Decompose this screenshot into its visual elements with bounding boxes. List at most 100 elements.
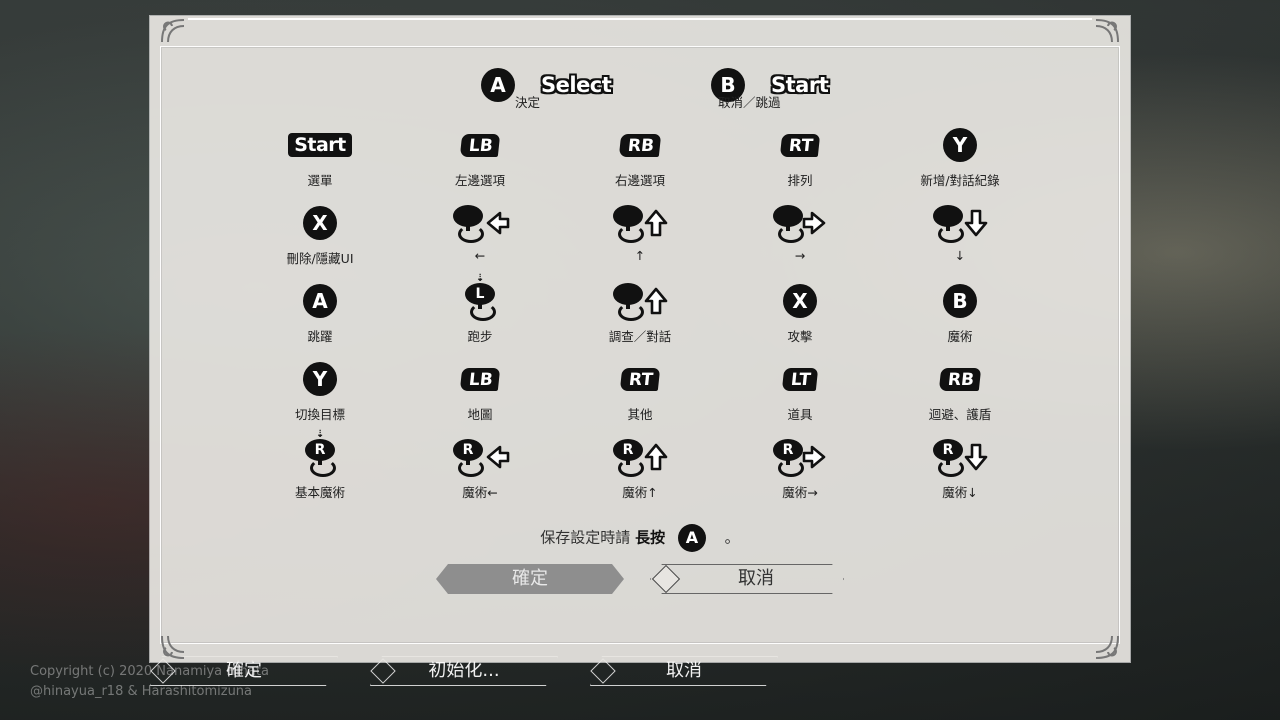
button-glyph xyxy=(560,280,720,322)
stick-letter xyxy=(453,205,483,227)
action-label: ← xyxy=(474,248,486,263)
analog-stick-icon: R xyxy=(770,437,806,477)
action-label: 其他 xyxy=(627,407,653,422)
stick-letter xyxy=(613,205,643,227)
mapping-cell: R 魔術↓ xyxy=(880,436,1040,500)
mapping-cell: LB 地圖 xyxy=(400,358,560,422)
y-button-icon: Y xyxy=(303,362,337,396)
action-label: 迴避、護盾 xyxy=(928,407,992,422)
mapping-cell: Y 新增/對話紀錄 xyxy=(880,124,1040,188)
a-button-icon: A xyxy=(481,68,515,102)
mapping-cell: RT 其他 xyxy=(560,358,720,422)
rb-button-icon: RB xyxy=(618,133,662,157)
arrow-down-icon xyxy=(962,443,990,471)
controller-layout-dialog: A Select 決定 B Start 取消／跳過 Start 選單 LB 左邊選項 R… xyxy=(150,16,1130,662)
bottom-reset-label: 初始化... xyxy=(428,660,500,681)
b-start-label: 取消／跳過 xyxy=(718,95,781,110)
arrow-down-icon xyxy=(962,209,990,237)
mapping-cell: X 攻擊 xyxy=(720,280,880,344)
action-label: ↑ xyxy=(634,248,646,263)
analog-stick-icon xyxy=(930,203,966,243)
action-label: 切換目標 xyxy=(294,407,345,422)
b-button-icon: B xyxy=(943,284,977,318)
button-glyph: LB xyxy=(400,358,560,400)
bottom-cancel-label: 取消 xyxy=(666,660,702,681)
button-glyph: Start xyxy=(240,124,400,166)
mapping-cell: ⇣ L 跑步 xyxy=(400,273,560,344)
hold-note-suffix: 。 xyxy=(724,528,740,547)
hold-note-prefix: 保存設定時請 xyxy=(540,528,631,547)
dialog-confirm-label: 確定 xyxy=(512,568,548,589)
ornament-corner-icon xyxy=(158,16,188,46)
lb-button-icon: LB xyxy=(459,133,501,157)
stick-letter xyxy=(933,205,963,227)
button-glyph: ⇣ L xyxy=(400,273,560,322)
arrow-left-icon xyxy=(482,209,510,237)
button-glyph: RT xyxy=(720,124,880,166)
mapping-cell: A 跳躍 xyxy=(240,280,400,344)
analog-stick-icon xyxy=(450,203,486,243)
analog-stick-icon: R xyxy=(930,437,966,477)
lt-button-icon: LT xyxy=(781,367,819,391)
button-glyph: LB xyxy=(400,124,560,166)
action-label: 選單 xyxy=(307,173,333,188)
mapping-cell: RB 迴避、護盾 xyxy=(880,358,1040,422)
dialog-top-border xyxy=(188,18,1092,20)
dialog-cancel-button[interactable]: 取消 xyxy=(650,564,844,594)
action-label: 新增/對話紀錄 xyxy=(920,173,1000,188)
arrow-left-icon xyxy=(482,443,510,471)
arrow-up-icon xyxy=(642,287,670,315)
button-glyph: Y xyxy=(880,124,1040,166)
a-select-mapping: A Select xyxy=(481,68,612,102)
a-button-icon: A xyxy=(677,524,706,552)
ornament-corner-icon xyxy=(158,632,188,662)
button-glyph: R xyxy=(720,436,880,478)
button-glyph xyxy=(720,202,880,244)
dialog-confirm-button[interactable]: 確定 xyxy=(436,564,624,594)
action-label: 道具 xyxy=(787,407,813,422)
button-glyph: A xyxy=(240,280,400,322)
mapping-cell: RB 右邊選項 xyxy=(560,124,720,188)
button-glyph: RB xyxy=(560,124,720,166)
arrow-up-icon xyxy=(642,443,670,471)
action-label: 地圖 xyxy=(467,407,493,422)
action-label: 魔術↓ xyxy=(942,485,978,500)
button-glyph xyxy=(560,202,720,244)
select-word: Select xyxy=(541,73,612,97)
x-button-icon: X xyxy=(783,284,817,318)
button-glyph: RT xyxy=(560,358,720,400)
button-glyph: RB xyxy=(880,358,1040,400)
hold-note-bold: 長按 xyxy=(635,528,666,547)
stick-letter: R xyxy=(453,439,483,461)
rt-button-icon: RT xyxy=(619,367,661,391)
action-label: 跳躍 xyxy=(307,329,333,344)
stick-letter: R xyxy=(613,439,643,461)
y-button-icon: Y xyxy=(943,128,977,162)
analog-stick-icon xyxy=(770,203,806,243)
mapping-cell: X 刪除/隱藏UI xyxy=(240,202,400,266)
action-label: 左邊選項 xyxy=(454,173,505,188)
stick-letter xyxy=(613,283,643,305)
action-label: ↓ xyxy=(954,248,966,263)
ornament-corner-icon xyxy=(1092,632,1122,662)
stick-letter: R xyxy=(305,439,335,461)
button-glyph: X xyxy=(720,280,880,322)
a-select-label: 決定 xyxy=(515,95,541,110)
action-label: 魔術↑ xyxy=(622,485,658,500)
mapping-cell: R 魔術→ xyxy=(720,436,880,500)
rt-button-icon: RT xyxy=(779,133,821,157)
button-glyph: R xyxy=(400,436,560,478)
mapping-cell: Start 選單 xyxy=(240,124,400,188)
dialog-cancel-label: 取消 xyxy=(738,568,774,589)
action-label: 跑步 xyxy=(467,329,493,344)
mapping-cell: ← xyxy=(400,202,560,263)
mapping-cell: B 魔術 xyxy=(880,280,1040,344)
analog-stick-icon xyxy=(610,281,646,321)
arrow-up-icon xyxy=(642,209,670,237)
stick-letter: R xyxy=(933,439,963,461)
button-glyph: X xyxy=(240,202,400,244)
lb-button-icon: LB xyxy=(459,367,501,391)
mapping-cell: R 魔術← xyxy=(400,436,560,500)
mapping-cell: Y 切換目標 xyxy=(240,358,400,422)
mapping-cell: ⇣ R 基本魔術 xyxy=(240,429,400,500)
